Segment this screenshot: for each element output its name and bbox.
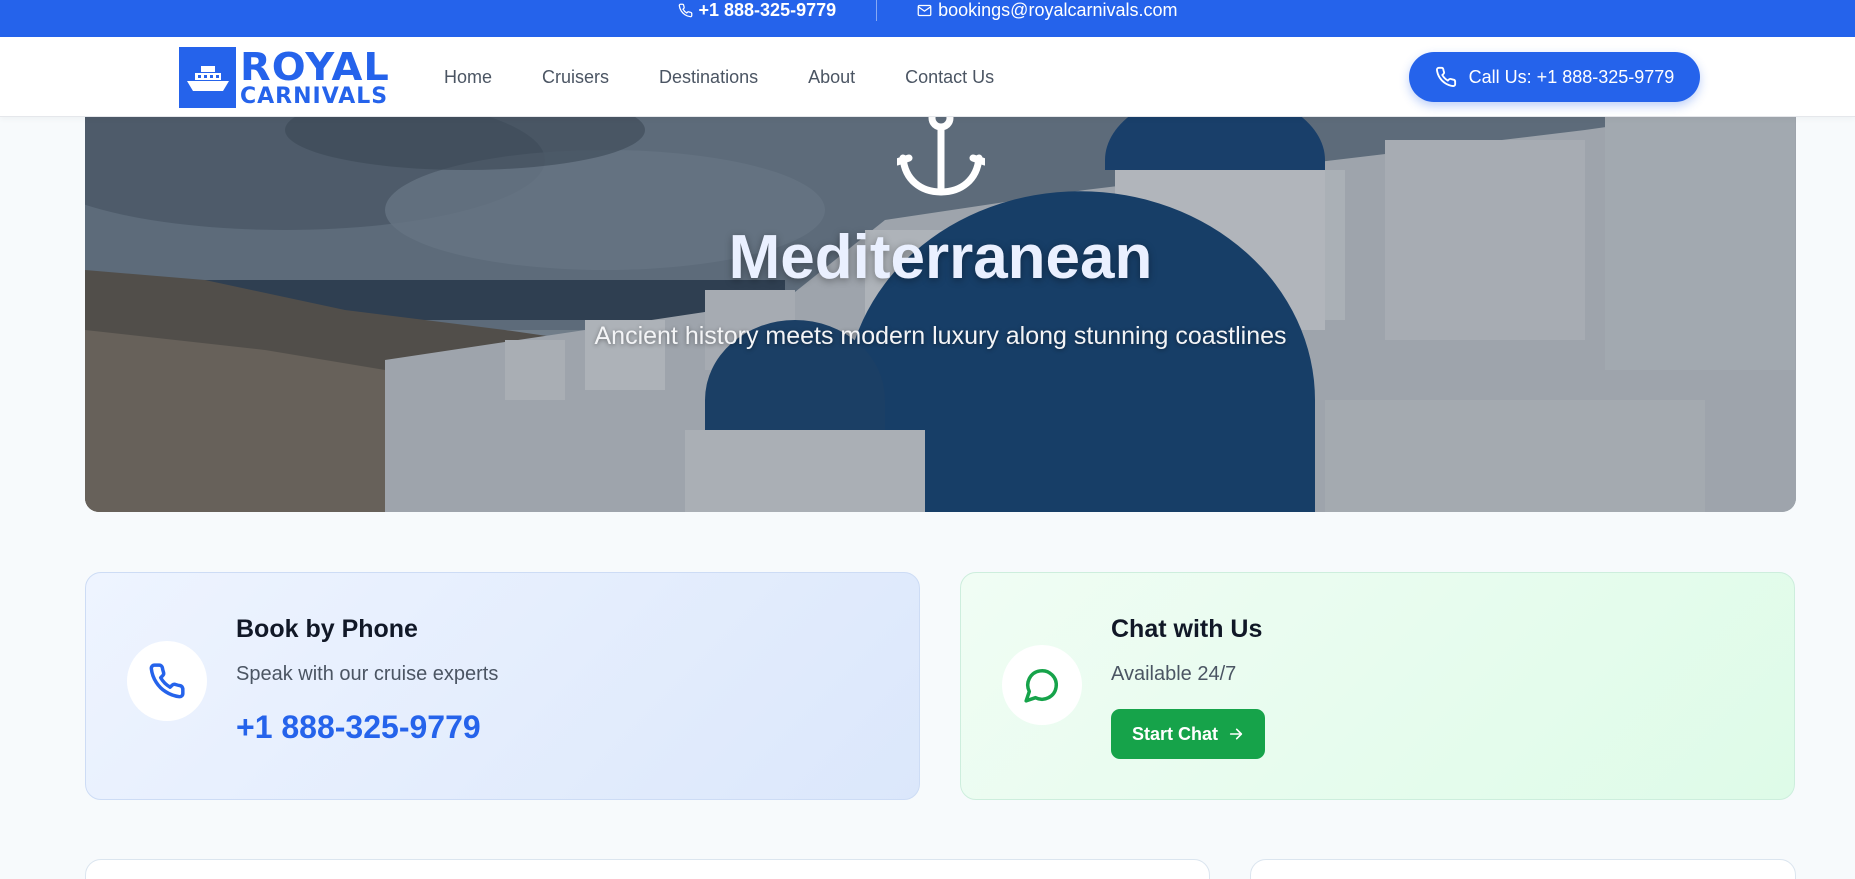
- topbar-email-text: bookings@royalcarnivals.com: [938, 0, 1178, 20]
- lower-content-card-left: [85, 859, 1210, 879]
- chat-with-us-card: Chat with Us Available 24/7 Start Chat: [960, 572, 1795, 800]
- nav-destinations[interactable]: Destinations: [659, 67, 758, 88]
- top-info-bar: +1 888-325-9779 bookings@royalcarnivals.…: [0, 0, 1855, 37]
- topbar-phone[interactable]: +1 888-325-9779: [678, 0, 837, 21]
- chat-card-title: Chat with Us: [1111, 615, 1263, 643]
- nav-home[interactable]: Home: [444, 67, 492, 88]
- phone-card-description: Speak with our cruise experts: [236, 663, 499, 685]
- phone-card-title: Book by Phone: [236, 615, 418, 643]
- phone-card-number-link[interactable]: +1 888-325-9779: [236, 709, 481, 746]
- book-by-phone-card: Book by Phone Speak with our cruise expe…: [85, 572, 920, 800]
- logo-line-1: ROYAL: [240, 44, 390, 89]
- phone-icon: [1435, 66, 1456, 87]
- site-header: ROYAL CARNIVALS Home Cruisers Destinatio…: [0, 37, 1855, 117]
- hero-banner: Mediterranean Ancient history meets mode…: [85, 100, 1796, 512]
- nav-cruisers[interactable]: Cruisers: [542, 67, 609, 88]
- start-chat-button[interactable]: Start Chat: [1111, 709, 1265, 759]
- nav-contact-us[interactable]: Contact Us: [905, 67, 994, 88]
- chat-card-description: Available 24/7: [1111, 663, 1237, 685]
- arrow-right-icon: [1229, 728, 1243, 740]
- ship-icon: [179, 47, 236, 108]
- hero-title: Mediterranean: [728, 223, 1153, 292]
- mail-icon: [917, 4, 932, 16]
- chat-bubble-icon: [1002, 645, 1082, 725]
- site-logo[interactable]: ROYAL CARNIVALS: [179, 47, 389, 109]
- phone-icon: [678, 3, 692, 17]
- lower-content-card-right: [1250, 859, 1796, 879]
- anchor-icon: [893, 104, 989, 200]
- logo-wordmark: ROYAL CARNIVALS: [240, 48, 389, 109]
- main-nav: Home Cruisers Destinations About Contact…: [444, 67, 994, 88]
- topbar-email[interactable]: bookings@royalcarnivals.com: [917, 0, 1178, 21]
- topbar-divider: [876, 0, 878, 21]
- hero-subtitle: Ancient history meets modern luxury alon…: [594, 322, 1287, 350]
- call-us-button[interactable]: Call Us: +1 888-325-9779: [1409, 52, 1700, 102]
- logo-line-2: CARNIVALS: [240, 83, 389, 109]
- call-us-label: Call Us: +1 888-325-9779: [1468, 66, 1675, 87]
- nav-about[interactable]: About: [808, 67, 855, 88]
- start-chat-label: Start Chat: [1131, 723, 1218, 744]
- topbar-phone-text: +1 888-325-9779: [698, 0, 837, 20]
- phone-icon: [127, 641, 207, 721]
